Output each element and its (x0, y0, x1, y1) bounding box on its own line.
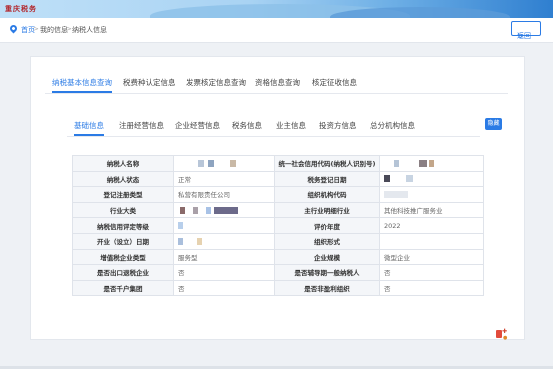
help-icon-dot: ● (503, 335, 508, 341)
breadcrumb: 首页 > 我的信息 > 纳税人信息 ⮌ 返回 (0, 18, 553, 43)
value-org-code (379, 186, 484, 203)
label-credit-code: 统一社会信用代码(纳税人识别号) (274, 155, 380, 172)
redacted-block (208, 159, 214, 167)
redacted-block (178, 222, 183, 230)
value-enterprise-scale: 微型企业 (379, 248, 484, 266)
value-vat-enterprise-type: 服务型 (173, 248, 275, 266)
help-service-icon[interactable]: ✚ ● (496, 328, 512, 344)
value-coaching-period-taxpayer: 否 (379, 264, 484, 281)
value-export-rebate: 否 (173, 264, 275, 281)
value-main-industry: 其他科技推广服务业 (379, 201, 484, 219)
label-enterprise-scale: 企业规模 (274, 248, 380, 266)
value-credit-code (379, 155, 484, 172)
value-registration-date (379, 170, 484, 188)
redacted-block (197, 237, 202, 245)
redacted-block (180, 206, 185, 214)
table-row: 增值税企业类型 服务型 企业规模 微型企业 (72, 248, 484, 266)
back-button-label: 返回 (517, 32, 531, 40)
tab-tax-type-info[interactable]: 税费种认定信息 (123, 77, 176, 88)
redacted-block (384, 175, 390, 183)
label-coaching-period-taxpayer: 是否辅导期一般纳税人 (274, 264, 380, 281)
tab-invoice-info-query[interactable]: 发票核定信息查询 (186, 77, 246, 88)
value-opening-date (173, 232, 275, 250)
tab-divider (45, 93, 508, 94)
label-thousand-group: 是否千户集团 (72, 279, 174, 297)
redacted-block (429, 159, 434, 167)
table-row: 纳税人状态 正常 税务登记日期 (72, 170, 484, 188)
subtab-registration-info[interactable]: 注册经营信息 (119, 120, 164, 131)
label-org-code: 组织机构代码 (274, 186, 380, 203)
location-pin-icon (8, 23, 19, 34)
label-registration-type: 登记注册类型 (72, 186, 174, 203)
redacted-block (198, 159, 204, 167)
subtab-basic-info[interactable]: 基础信息 (74, 120, 104, 136)
help-icon-mark: ✚ (502, 328, 508, 335)
redacted-block (206, 206, 211, 214)
value-org-form (379, 232, 484, 250)
subtab-divider (67, 136, 480, 137)
subtab-business-info[interactable]: 企业经营信息 (175, 120, 220, 131)
table-row: 纳税人名称 统一社会信用代码(纳税人识别号) (72, 155, 484, 172)
taxpayer-info-table: 纳税人名称 统一社会信用代码(纳税人识别号) 纳税人状态 正常 税务登记日期 登… (72, 155, 484, 297)
label-industry-category: 行业大类 (72, 201, 174, 219)
label-taxpayer-status: 纳税人状态 (72, 170, 174, 188)
breadcrumb-separator: > (33, 25, 39, 33)
label-vat-enterprise-type: 增值税企业类型 (72, 248, 174, 266)
tab-assessed-levy-info[interactable]: 核定征收信息 (312, 77, 357, 88)
label-export-rebate: 是否出口退税企业 (72, 264, 174, 281)
back-button[interactable]: ⮌ 返回 (511, 21, 541, 40)
value-industry-category (173, 201, 275, 219)
label-org-form: 组织形式 (274, 232, 380, 250)
site-logo[interactable]: 重庆税务 (5, 4, 37, 14)
redacted-block (384, 190, 408, 198)
table-row: 行业大类 主行业明细行业 其他科技推广服务业 (72, 201, 484, 219)
label-main-industry: 主行业明细行业 (274, 201, 380, 219)
redacted-block (230, 159, 236, 167)
value-non-profit: 否 (379, 279, 484, 297)
value-taxpayer-name (173, 155, 275, 172)
redacted-block (394, 159, 399, 167)
table-row: 纳税信用评定等级 评价年度 2022 (72, 217, 484, 234)
label-evaluation-year: 评价年度 (274, 217, 380, 234)
value-registration-type: 私营有限责任公司 (173, 186, 275, 203)
breadcrumb-current: 纳税人信息 (72, 26, 107, 34)
subtab-investor-info[interactable]: 投资方信息 (319, 120, 357, 131)
label-credit-rating: 纳税信用评定等级 (72, 217, 174, 234)
redacted-block (406, 175, 413, 183)
header-banner: 重庆税务 (0, 0, 553, 18)
tab-basic-info-query[interactable]: 纳税基本信息查询 (52, 77, 112, 93)
subtab-tax-info[interactable]: 税务信息 (232, 120, 262, 131)
table-row: 登记注册类型 私营有限责任公司 组织机构代码 (72, 186, 484, 203)
subtab-owner-info[interactable]: 业主信息 (276, 120, 306, 131)
tab-qualification-query[interactable]: 资格信息查询 (255, 77, 300, 88)
table-row: 是否出口退税企业 否 是否辅导期一般纳税人 否 (72, 264, 484, 281)
table-row: 开业（设立）日期 组织形式 (72, 232, 484, 250)
breadcrumb-separator: > (66, 25, 72, 33)
label-non-profit: 是否非盈利组织 (274, 279, 380, 297)
subtab-branch-info[interactable]: 总分机构信息 (370, 120, 415, 131)
label-opening-date: 开业（设立）日期 (72, 232, 174, 250)
redacted-block (214, 206, 238, 214)
redacted-block (193, 206, 198, 214)
value-taxpayer-status: 正常 (173, 170, 275, 188)
breadcrumb-my-info-link[interactable]: 我的信息 (40, 25, 68, 35)
hide-button[interactable]: 隐藏 (485, 118, 502, 130)
redacted-block (419, 159, 427, 167)
value-thousand-group: 否 (173, 279, 275, 297)
value-evaluation-year: 2022 (379, 217, 484, 234)
label-registration-date: 税务登记日期 (274, 170, 380, 188)
redacted-block (178, 237, 183, 245)
table-row: 是否千户集团 否 是否非盈利组织 否 (72, 279, 484, 297)
label-taxpayer-name: 纳税人名称 (72, 155, 174, 172)
value-credit-rating (173, 217, 275, 234)
